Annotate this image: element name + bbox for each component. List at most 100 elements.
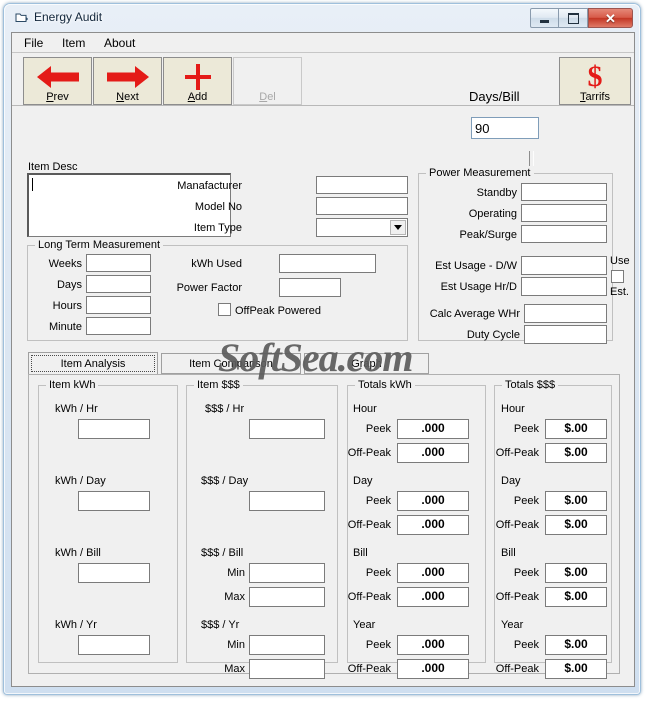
totals-kwh-hour-offpeak-label: Off-Peak	[347, 447, 391, 459]
menu-item-item[interactable]: Item	[56, 36, 91, 50]
minute-input[interactable]	[86, 317, 151, 335]
totals-kwh-day-offpeak-value[interactable]: .000	[397, 515, 469, 535]
totals-dollars-day-offpeak-value[interactable]: $.00	[545, 515, 607, 535]
dollars-bill-min-value[interactable]	[249, 563, 325, 583]
totals-dollars-hour-peek-value[interactable]: $.00	[545, 419, 607, 439]
power-factor-label: Power Factor	[176, 282, 242, 294]
add-button-label: Add	[187, 91, 208, 103]
calc-average-whr-input[interactable]	[524, 304, 607, 323]
title-bar: Energy Audit ✕	[4, 4, 640, 32]
manufacturer-input[interactable]	[316, 176, 408, 194]
kwh-hr-value[interactable]	[78, 419, 150, 439]
dollar-icon: $	[587, 60, 603, 93]
totals-dollars-hour-offpeak-label: Off-Peak	[495, 447, 539, 459]
dollars-yr-min-label: Min	[227, 639, 245, 651]
totals-kwh-bill-peek-value[interactable]: .000	[397, 563, 469, 583]
totals-kwh-hour-peek-value[interactable]: .000	[397, 419, 469, 439]
totals-dollars-day-peek-value[interactable]: $.00	[545, 491, 607, 511]
operating-input[interactable]	[521, 204, 607, 222]
tarrifs-button[interactable]: $ Tarrifs	[559, 57, 631, 105]
days-input[interactable]	[86, 275, 151, 293]
kwh-used-input[interactable]	[279, 254, 376, 273]
totals-dollars-year-peek-value[interactable]: $.00	[545, 635, 607, 655]
totals-dollars-bill-offpeak-value[interactable]: $.00	[545, 587, 607, 607]
dollars-yr-max-label: Max	[224, 663, 245, 675]
item-dollars-caption: Item $$$	[194, 379, 243, 391]
hours-input[interactable]	[86, 296, 151, 314]
close-button[interactable]: ✕	[588, 8, 633, 28]
totals-kwh-day-peek-label: Peek	[365, 495, 391, 507]
totals-dollars-day-offpeak-label: Off-Peak	[495, 519, 539, 531]
days-bill-input[interactable]: 90	[471, 117, 539, 139]
model-no-input[interactable]	[316, 197, 408, 215]
totals-kwh-bill-offpeak-label: Off-Peak	[347, 591, 391, 603]
totals-kwh-day-peek-value[interactable]: .000	[397, 491, 469, 511]
maximize-button[interactable]	[559, 8, 588, 28]
menu-item-about[interactable]: About	[98, 36, 141, 50]
tarrifs-button-label: Tarrifs	[580, 91, 610, 103]
close-icon: ✕	[605, 10, 616, 26]
arrow-right-icon	[94, 63, 161, 91]
prev-button[interactable]: Prev	[23, 57, 92, 105]
totals-kwh-bill-offpeak-value[interactable]: .000	[397, 587, 469, 607]
totals-kwh-year-offpeak-value[interactable]: .000	[397, 659, 469, 679]
est-usage-dw-input[interactable]	[521, 256, 607, 275]
standby-input[interactable]	[521, 183, 607, 201]
kwh-bill-value[interactable]	[78, 563, 150, 583]
menu-item-file[interactable]: File	[18, 36, 49, 50]
totals-kwh-hour-label: Hour	[353, 403, 377, 415]
tab-item-comparison[interactable]: Item Comparison	[161, 353, 301, 374]
chevron-down-icon[interactable]	[390, 220, 406, 235]
offpeak-powered-checkbox[interactable]	[218, 303, 231, 316]
tab-graph[interactable]: Graph	[304, 353, 429, 374]
calc-average-whr-label: Calc Average WHr	[429, 308, 520, 320]
offpeak-powered-label: OffPeak Powered	[235, 305, 322, 317]
client-area: File Item About Prev Next Add Del $ Tarr…	[11, 32, 635, 687]
peak-surge-input[interactable]	[521, 225, 607, 243]
plus-icon	[164, 63, 231, 91]
next-button[interactable]: Next	[93, 57, 162, 105]
totals-dollars-hour-offpeak-value[interactable]: $.00	[545, 443, 607, 463]
totals-kwh-year-peek-label: Peek	[365, 639, 391, 651]
kwh-day-value[interactable]	[78, 491, 150, 511]
est-usage-hrd-label: Est Usage Hr/D	[440, 281, 517, 293]
dollars-yr-label: $$$ / Yr	[201, 619, 240, 631]
dollars-yr-min-value[interactable]	[249, 635, 325, 655]
totals-dollars-bill-peek-value[interactable]: $.00	[545, 563, 607, 583]
del-button: Del	[233, 57, 302, 105]
dollars-bill-max-value[interactable]	[249, 587, 325, 607]
item-kwh-caption: Item kWh	[46, 379, 99, 391]
totals-dollars-hour-peek-label: Peek	[513, 423, 539, 435]
duty-cycle-input[interactable]	[524, 325, 607, 344]
dollars-day-value[interactable]	[249, 491, 325, 511]
tab-item-analysis[interactable]: Item Analysis	[28, 352, 158, 375]
minimize-button[interactable]	[530, 8, 559, 28]
est-usage-hrd-input[interactable]	[521, 277, 607, 296]
weeks-input[interactable]	[86, 254, 151, 272]
dollars-bill-min-label: Min	[227, 567, 245, 579]
toolbar-separator	[529, 151, 534, 166]
totals-kwh-year-peek-value[interactable]: .000	[397, 635, 469, 655]
minimize-icon	[531, 9, 558, 27]
totals-dollars-year-offpeak-value[interactable]: $.00	[545, 659, 607, 679]
dollars-hr-value[interactable]	[249, 419, 325, 439]
power-factor-input[interactable]	[279, 278, 341, 297]
totals-kwh-bill-peek-label: Peek	[365, 567, 391, 579]
totals-dollars-bill-peek-label: Peek	[513, 567, 539, 579]
item-desc-caption: Item Desc	[28, 161, 78, 173]
item-type-select[interactable]	[316, 218, 408, 237]
dollars-hr-label: $$$ / Hr	[205, 403, 245, 415]
est-usage-dw-label: Est Usage - D/W	[435, 260, 517, 272]
kwh-hr-label: kWh / Hr	[55, 403, 98, 415]
toolbar: Prev Next Add Del $ Tarrifs	[12, 53, 634, 106]
kwh-yr-label: kWh / Yr	[55, 619, 97, 631]
kwh-yr-value[interactable]	[78, 635, 150, 655]
dollars-yr-max-value[interactable]	[249, 659, 325, 679]
totals-dollars-caption: Totals $$$	[502, 379, 559, 391]
use-est-checkbox[interactable]	[611, 270, 624, 283]
totals-dollars-hour-label: Hour	[501, 403, 525, 415]
add-button[interactable]: Add	[163, 57, 232, 105]
use-est-label-bottom: Est.	[610, 286, 629, 298]
totals-kwh-year-offpeak-label: Off-Peak	[347, 663, 391, 675]
totals-kwh-hour-offpeak-value[interactable]: .000	[397, 443, 469, 463]
